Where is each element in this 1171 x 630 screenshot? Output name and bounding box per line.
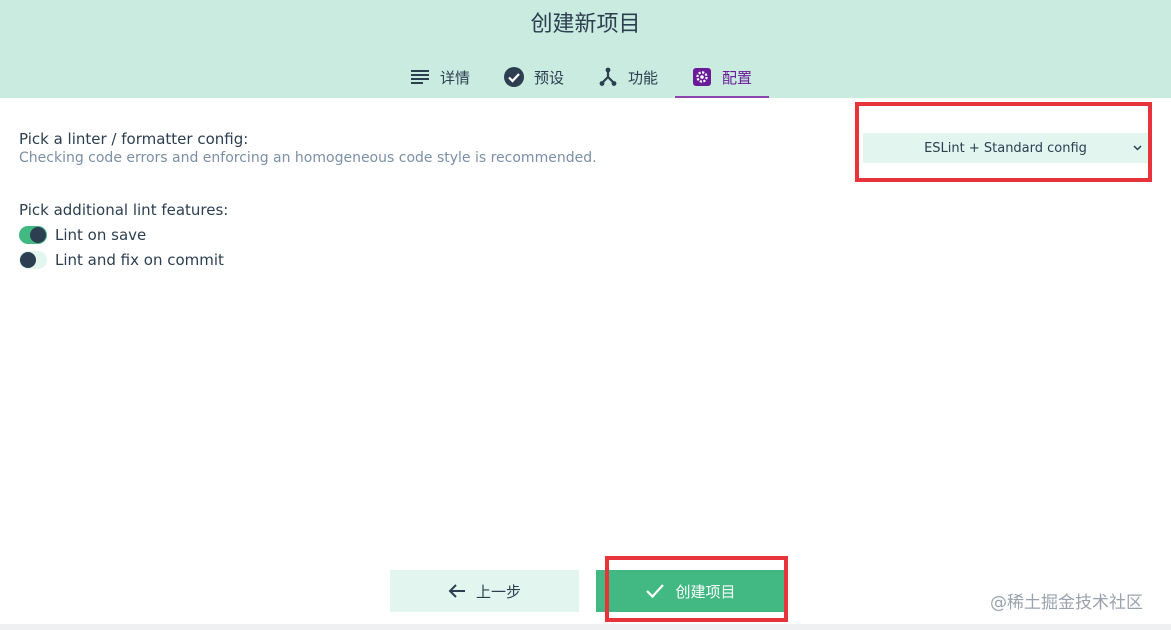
feature-lint-on-save[interactable]: Lint on save [19, 225, 146, 245]
check-icon [645, 583, 665, 599]
fork-icon [598, 67, 618, 87]
create-project-label: 创建项目 [675, 582, 736, 601]
previous-step-label: 上一步 [475, 582, 521, 601]
page-title: 创建新项目 [530, 12, 641, 37]
settings-icon [692, 67, 712, 87]
create-project-button[interactable]: 创建项目 [596, 570, 785, 612]
watermark: @稀土掘金技术社区 [990, 593, 1143, 613]
config-panel: Pick a linter / formatter config: Checki… [0, 98, 1171, 630]
lint-features-title: Pick additional lint features: [19, 201, 229, 219]
feature-label: Lint and fix on commit [55, 251, 224, 269]
previous-step-button[interactable]: 上一步 [390, 570, 579, 612]
tab-bar: 详情 预设 功能 配置 [393, 56, 770, 98]
tab-presets-label: 预设 [534, 68, 565, 87]
linter-prompt-description: Checking code errors and enforcing an ho… [19, 150, 597, 166]
tab-config-label: 配置 [722, 68, 753, 87]
tab-features[interactable]: 功能 [581, 56, 675, 98]
chevron-down-icon [1126, 145, 1148, 151]
arrow-left-icon [448, 583, 466, 599]
lint-on-save-toggle[interactable] [19, 226, 47, 244]
tab-details[interactable]: 详情 [393, 56, 487, 98]
tab-config[interactable]: 配置 [675, 56, 770, 98]
header: 创建新项目 详情 预设 功能 配置 [0, 0, 1171, 98]
feature-label: Lint on save [55, 226, 147, 244]
tab-presets[interactable]: 预设 [487, 56, 581, 98]
lint-fix-on-commit-toggle[interactable] [19, 251, 47, 269]
tab-features-label: 功能 [628, 68, 659, 87]
feature-lint-fix-on-commit[interactable]: Lint and fix on commit [19, 250, 224, 270]
list-icon [410, 67, 430, 87]
linter-config-select[interactable]: ESLint + Standard config [863, 133, 1148, 163]
check-circle-icon [504, 67, 525, 87]
linter-prompt-title: Pick a linter / formatter config: [19, 130, 249, 148]
bottom-divider [0, 624, 1171, 630]
tab-details-label: 详情 [440, 68, 471, 87]
linter-config-selected-value: ESLint + Standard config [924, 140, 1087, 156]
